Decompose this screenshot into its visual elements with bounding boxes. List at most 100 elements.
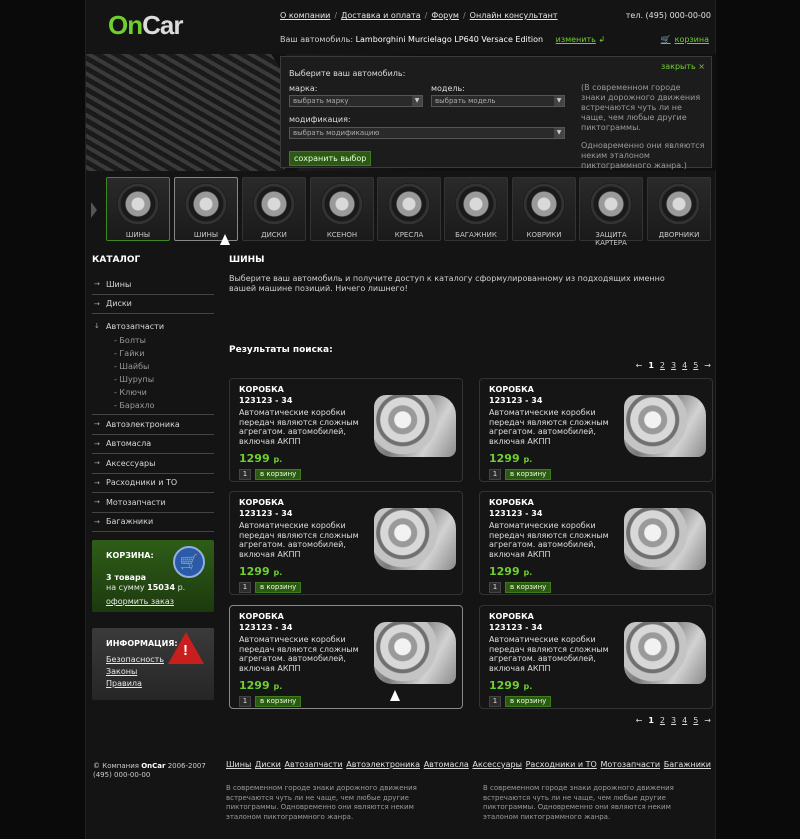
sidebar-item-label: Шины: [106, 279, 132, 289]
sidebar-item-consumables[interactable]: → Расходники и ТО: [92, 474, 214, 493]
prev-page-button[interactable]: ←: [636, 716, 643, 725]
sidebar-item-parts[interactable]: ↓ Автозапчасти: [92, 318, 214, 334]
sidebar-item-accessories[interactable]: → Аксессуары: [92, 454, 214, 474]
product-card: КОРОБКА 123123 - 34 Автоматические короб…: [229, 605, 463, 709]
page-2[interactable]: 2: [660, 361, 665, 370]
category-wipers[interactable]: ДВОРНИКИ: [647, 177, 711, 241]
logo[interactable]: OnCar: [108, 10, 183, 41]
product-name[interactable]: КОРОБКА: [489, 385, 712, 394]
add-to-cart-button[interactable]: в корзину: [505, 469, 552, 480]
product-name[interactable]: КОРОБКА: [239, 612, 462, 621]
product-name[interactable]: КОРОБКА: [239, 385, 462, 394]
page-4[interactable]: 4: [682, 716, 687, 725]
footer-link-roofracks[interactable]: Багажники: [664, 760, 711, 769]
nav-consultant[interactable]: Онлайн консультант: [470, 11, 558, 20]
price-currency: р.: [523, 455, 533, 464]
quantity-input[interactable]: 1: [489, 469, 501, 480]
quantity-input[interactable]: 1: [239, 582, 251, 593]
page-2[interactable]: 2: [660, 716, 665, 725]
add-to-cart-button[interactable]: в корзину: [505, 696, 552, 707]
sidebar-item-label: Диски: [106, 299, 132, 309]
page-3[interactable]: 3: [671, 361, 676, 370]
tire-icon: [185, 183, 227, 225]
footer-link-parts[interactable]: Автозапчасти: [285, 760, 343, 769]
sidebar-item-electronics[interactable]: → Автоэлектроника: [92, 415, 214, 435]
category-tires[interactable]: ШИНЫ: [106, 177, 170, 241]
category-tires-2[interactable]: ШИНЫ: [174, 177, 238, 241]
header-cart-link[interactable]: 🛒 корзина: [661, 35, 709, 44]
page-5[interactable]: 5: [693, 361, 698, 370]
add-to-cart-button[interactable]: в корзину: [505, 582, 552, 593]
scroll-left-icon[interactable]: [91, 202, 97, 218]
next-page-button[interactable]: →: [704, 716, 711, 725]
footer-link-accessories[interactable]: Аксессуары: [472, 760, 521, 769]
close-panel-button[interactable]: закрыть ×: [661, 62, 705, 71]
sidebar-item-oils[interactable]: → Автомасла: [92, 435, 214, 454]
page: OnCar О компании / Доставка и оплата / Фор…: [85, 0, 717, 839]
copyright: © Компания OnCar 2006-2007 (495) 000-00-…: [93, 762, 206, 780]
sidebar-subitem[interactable]: - Ключи: [92, 386, 214, 399]
page-4[interactable]: 4: [682, 361, 687, 370]
category-mats[interactable]: КОВРИКИ: [512, 177, 576, 241]
category-rims[interactable]: ДИСКИ: [242, 177, 306, 241]
add-to-cart-button[interactable]: в корзину: [255, 696, 302, 707]
chevron-down-icon: ▼: [554, 128, 564, 138]
price-value: 1299: [239, 565, 270, 578]
save-car-button[interactable]: сохранить выбор: [289, 151, 372, 166]
sidebar-subitem[interactable]: - Шурупы: [92, 373, 214, 386]
cart-sum-label: на сумму: [106, 583, 145, 592]
sidebar-item-label: Расходники и ТО: [106, 478, 178, 488]
model-label: модель:: [431, 84, 465, 93]
quantity-input[interactable]: 1: [239, 469, 251, 480]
footer-link-electronics[interactable]: Автоэлектроника: [346, 760, 420, 769]
sidebar-item-tires[interactable]: → Шины: [92, 275, 214, 295]
arrow-right-icon: →: [94, 420, 100, 429]
info-link-laws[interactable]: Законы: [106, 666, 214, 678]
footer-link-rims[interactable]: Диски: [255, 760, 281, 769]
quantity-input[interactable]: 1: [239, 696, 251, 707]
header-phone: тел. (495) 000-00-00: [625, 11, 711, 20]
category-trunk[interactable]: БАГАЖНИК: [444, 177, 508, 241]
sidebar-subitem[interactable]: - Барахло: [92, 399, 214, 412]
category-xenon[interactable]: КСЕНОН: [310, 177, 374, 241]
product-name[interactable]: КОРОБКА: [489, 498, 712, 507]
sidebar-subitem[interactable]: - Гайки: [92, 347, 214, 360]
product-name[interactable]: КОРОБКА: [489, 612, 712, 621]
page-5[interactable]: 5: [693, 716, 698, 725]
prev-page-button[interactable]: ←: [636, 361, 643, 370]
product-name[interactable]: КОРОБКА: [239, 498, 462, 507]
nav-forum[interactable]: Форум: [431, 11, 459, 20]
sidebar-subitem[interactable]: - Шайбы: [92, 360, 214, 373]
category-strip: ШИНЫ ШИНЫ ДИСКИ КСЕНОН КРЕСЛА БАГАЖНИК К…: [86, 174, 717, 247]
next-page-button[interactable]: →: [704, 361, 711, 370]
add-to-cart-button[interactable]: в корзину: [255, 469, 302, 480]
brand-select[interactable]: выбрать марку ▼: [289, 95, 423, 107]
sidebar-subitem[interactable]: - Болты: [92, 334, 214, 347]
category-crankcase[interactable]: ЗАЩИТА КАРТЕРА: [579, 177, 643, 247]
checkout-link[interactable]: оформить заказ: [106, 597, 214, 607]
arrow-right-icon: →: [94, 299, 100, 308]
category-seats[interactable]: КРЕСЛА: [377, 177, 441, 241]
sidebar-group-parts: ↓ Автозапчасти - Болты - Гайки - Шайбы - …: [92, 314, 214, 415]
quantity-input[interactable]: 1: [489, 582, 501, 593]
footer-link-consumables[interactable]: Расходники и ТО: [526, 760, 597, 769]
category-label: КСЕНОН: [326, 231, 358, 239]
change-car-link[interactable]: изменить: [556, 35, 596, 44]
footer-link-oils[interactable]: Автомасла: [424, 760, 469, 769]
info-link-rules[interactable]: Правила: [106, 678, 214, 690]
sidebar-item-rims[interactable]: → Диски: [92, 295, 214, 314]
mod-select[interactable]: выбрать модификацию ▼: [289, 127, 565, 139]
add-to-cart-button[interactable]: в корзину: [255, 582, 302, 593]
page-3[interactable]: 3: [671, 716, 676, 725]
product-card: КОРОБКА 123123 - 34 Автоматические короб…: [229, 378, 463, 482]
quantity-input[interactable]: 1: [489, 696, 501, 707]
footer-link-moto[interactable]: Мотозапчасти: [600, 760, 660, 769]
sidebar-item-roofracks[interactable]: → Багажники: [92, 513, 214, 532]
nav-about[interactable]: О компании: [280, 11, 330, 20]
footer-link-tires[interactable]: Шины: [226, 760, 251, 769]
nav-delivery[interactable]: Доставка и оплата: [341, 11, 421, 20]
sidebar-item-moto[interactable]: → Мотозапчасти: [92, 493, 214, 513]
model-select[interactable]: выбрать модель ▼: [431, 95, 565, 107]
sidebar-item-label: Мотозапчасти: [106, 497, 166, 507]
copyright-brand: OnCar: [141, 762, 166, 770]
